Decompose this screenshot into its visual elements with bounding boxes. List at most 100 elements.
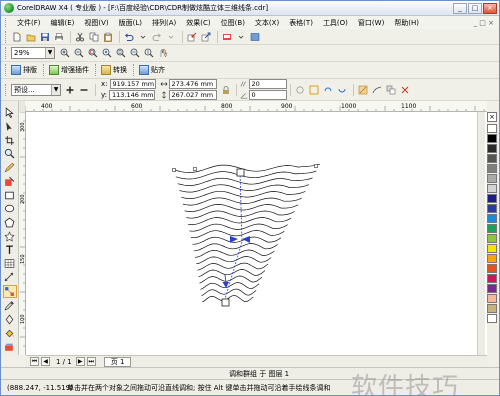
preset-select[interactable]: 预设... ▼ [11, 83, 61, 96]
menu-file[interactable]: 文件(F) [12, 18, 46, 28]
palette-swatch[interactable] [487, 124, 497, 133]
close-button[interactable]: × [483, 3, 497, 14]
basic-shapes-tool[interactable] [3, 230, 17, 242]
remove-preset-button[interactable] [78, 84, 90, 96]
page-tab-1[interactable]: 页 1 [103, 356, 132, 367]
blend-steps-input[interactable]: 20 [248, 79, 287, 89]
freehand-tool[interactable] [3, 162, 17, 174]
zoom-page-height-button[interactable] [143, 47, 155, 59]
direct-blend-button[interactable] [308, 84, 320, 96]
zoom-in-button[interactable] [59, 47, 71, 59]
blend-path-button[interactable] [371, 84, 383, 96]
palette-swatch[interactable] [487, 144, 497, 153]
palette-swatch[interactable] [487, 234, 497, 243]
blend-line[interactable] [177, 177, 313, 186]
palette-swatch[interactable] [487, 294, 497, 303]
height-input[interactable]: 267.027 mm [168, 90, 217, 100]
width-input[interactable]: 273.476 mm [168, 79, 217, 89]
convert-button[interactable]: 转换 [101, 65, 127, 75]
export-button[interactable] [200, 31, 212, 43]
counterclockwise-blend-button[interactable] [336, 84, 348, 96]
next-page-button[interactable]: ▶ [75, 357, 85, 366]
snap-button[interactable]: 贴齐 [139, 65, 165, 75]
palette-swatch[interactable] [487, 274, 497, 283]
new-document-button[interactable] [11, 31, 23, 43]
zoom-level-select[interactable]: 29% ▼ [11, 47, 55, 59]
blend-line[interactable] [186, 210, 295, 219]
blend-end-handle[interactable] [221, 298, 230, 307]
zoom-all-objects-button[interactable] [101, 47, 113, 59]
zoom-page-button[interactable] [115, 47, 127, 59]
add-preset-button[interactable] [64, 84, 76, 96]
curve-node[interactable] [314, 164, 318, 168]
rectangle-tool[interactable] [3, 189, 17, 201]
blend-line[interactable] [194, 249, 275, 258]
blend-line[interactable] [182, 197, 302, 206]
undo-button[interactable] [123, 31, 135, 43]
launcher-dropdown-button[interactable] [235, 31, 247, 43]
blend-line[interactable] [192, 236, 282, 245]
eyedropper-tool[interactable] [3, 300, 17, 312]
outline-tool[interactable] [3, 314, 17, 326]
menu-bitmaps[interactable]: 位图(B) [216, 18, 250, 28]
redo-dropdown-button[interactable] [165, 31, 177, 43]
blend-line[interactable] [190, 230, 285, 239]
copy-button[interactable] [88, 31, 100, 43]
palette-swatch[interactable] [487, 174, 497, 183]
palette-swatch[interactable] [487, 194, 497, 203]
palette-swatch[interactable] [487, 264, 497, 273]
y-position-input[interactable]: 113.146 mm [109, 90, 155, 100]
blend-line[interactable] [197, 262, 269, 271]
crop-tool[interactable] [3, 134, 17, 146]
zoom-out-button[interactable] [73, 47, 85, 59]
save-button[interactable] [39, 31, 51, 43]
blend-line[interactable] [187, 217, 292, 225]
blend-line[interactable] [193, 243, 278, 252]
menu-text[interactable]: 文本(X) [250, 18, 284, 28]
fill-tool[interactable] [3, 328, 17, 340]
cut-button[interactable] [74, 31, 86, 43]
menu-edit[interactable]: 编辑(E) [46, 18, 80, 28]
table-tool[interactable] [3, 258, 17, 270]
paste-button[interactable] [102, 31, 114, 43]
zoom-tool[interactable] [3, 148, 17, 160]
copy-blend-button[interactable] [385, 84, 397, 96]
curve-node[interactable] [193, 167, 197, 171]
vertical-ruler[interactable]: 300 200 150 100 [19, 112, 26, 355]
x-position-input[interactable]: 919.157 mm [109, 79, 156, 89]
object-color-acceleration-button[interactable] [357, 84, 369, 96]
blend-line[interactable] [181, 190, 306, 199]
loop-blend-button[interactable] [294, 84, 306, 96]
palette-swatch[interactable] [487, 304, 497, 313]
blend-angle-input[interactable]: 0 [248, 90, 287, 100]
zoom-selected-button[interactable] [87, 47, 99, 59]
text-tool[interactable] [3, 244, 17, 256]
pick-tool[interactable] [3, 107, 17, 119]
clockwise-blend-button[interactable] [322, 84, 334, 96]
lock-ratio-button[interactable] [221, 84, 231, 96]
undo-dropdown-button[interactable] [137, 31, 149, 43]
curve-node[interactable] [172, 168, 176, 172]
palette-swatch[interactable] [487, 254, 497, 263]
polygon-tool[interactable] [3, 217, 17, 229]
shape-tool[interactable] [3, 121, 17, 133]
last-page-button[interactable]: ⏭ [86, 357, 96, 366]
welcome-screen-button[interactable] [249, 31, 261, 43]
palette-swatch[interactable] [487, 134, 497, 143]
no-color-swatch[interactable]: × [487, 112, 497, 122]
palette-swatch[interactable] [487, 224, 497, 233]
horizontal-ruler[interactable]: 400 600 800 900 1000 1100 [25, 101, 487, 112]
zoom-page-width-button[interactable] [129, 47, 141, 59]
blend-line[interactable] [175, 170, 317, 180]
interactive-fill-tool[interactable] [3, 341, 17, 353]
smart-fill-tool[interactable] [3, 176, 17, 188]
previous-page-button[interactable]: ◀ [41, 357, 50, 366]
blend-line[interactable] [201, 288, 257, 297]
palette-swatch[interactable] [487, 284, 497, 293]
blend-start-handle[interactable] [236, 168, 245, 177]
vertical-scrollbar[interactable] [477, 112, 485, 355]
first-page-button[interactable]: ⏮ [30, 357, 39, 366]
pan-tool-button[interactable] [157, 47, 169, 59]
menu-help[interactable]: 帮助(H) [389, 18, 424, 28]
print-button[interactable] [53, 31, 65, 43]
